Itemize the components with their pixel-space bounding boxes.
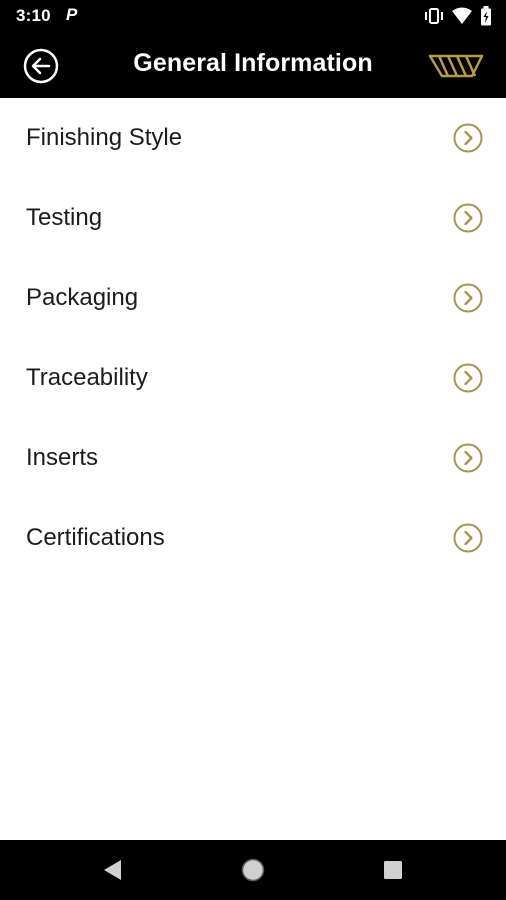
menu-item-label: Traceability: [26, 364, 148, 391]
back-button[interactable]: [23, 48, 59, 84]
chevron-right-icon: [453, 123, 483, 153]
nav-back-icon: [104, 860, 121, 880]
brand-logo-icon: [428, 52, 484, 80]
menu-item-packaging[interactable]: Packaging: [0, 258, 506, 338]
status-time: 3:10: [16, 6, 51, 25]
chevron-right-icon: [453, 363, 483, 393]
wifi-icon: [452, 7, 472, 30]
menu-item-testing[interactable]: Testing: [0, 178, 506, 258]
nav-recents-icon: [384, 861, 402, 879]
chevron-right-icon: [453, 283, 483, 313]
menu-item-label: Inserts: [26, 444, 99, 471]
status-icons: [424, 6, 492, 31]
menu-item-label: Packaging: [26, 284, 139, 311]
menu-item-inserts[interactable]: Inserts: [0, 418, 506, 498]
battery-icon: [480, 6, 492, 31]
menu-item-finishing-style[interactable]: Finishing Style: [0, 98, 506, 178]
vibrate-icon: [424, 7, 444, 30]
arrow-left-circle-icon: [23, 48, 59, 84]
menu-item-label: Certifications: [26, 524, 165, 551]
app-bar: General Information: [0, 32, 506, 98]
screen: 3:10 P General Information Finishing Sty…: [0, 0, 506, 900]
menu-item-label: Finishing Style: [26, 124, 183, 151]
menu-list: Finishing Style Testing Packaging Tracea…: [0, 98, 506, 578]
nav-home-button[interactable]: [238, 855, 268, 885]
notification-icon: P: [66, 5, 78, 24]
page-title: General Information: [133, 49, 373, 77]
chevron-right-icon: [453, 443, 483, 473]
chevron-right-icon: [453, 203, 483, 233]
nav-back-button[interactable]: [97, 855, 127, 885]
menu-item-traceability[interactable]: Traceability: [0, 338, 506, 418]
menu-item-certifications[interactable]: Certifications: [0, 498, 506, 578]
nav-home-icon: [241, 858, 265, 882]
nav-recents-button[interactable]: [378, 855, 408, 885]
status-bar: 3:10 P: [0, 0, 506, 32]
system-nav-bar: [0, 840, 506, 900]
chevron-right-icon: [453, 523, 483, 553]
menu-item-label: Testing: [26, 204, 103, 231]
